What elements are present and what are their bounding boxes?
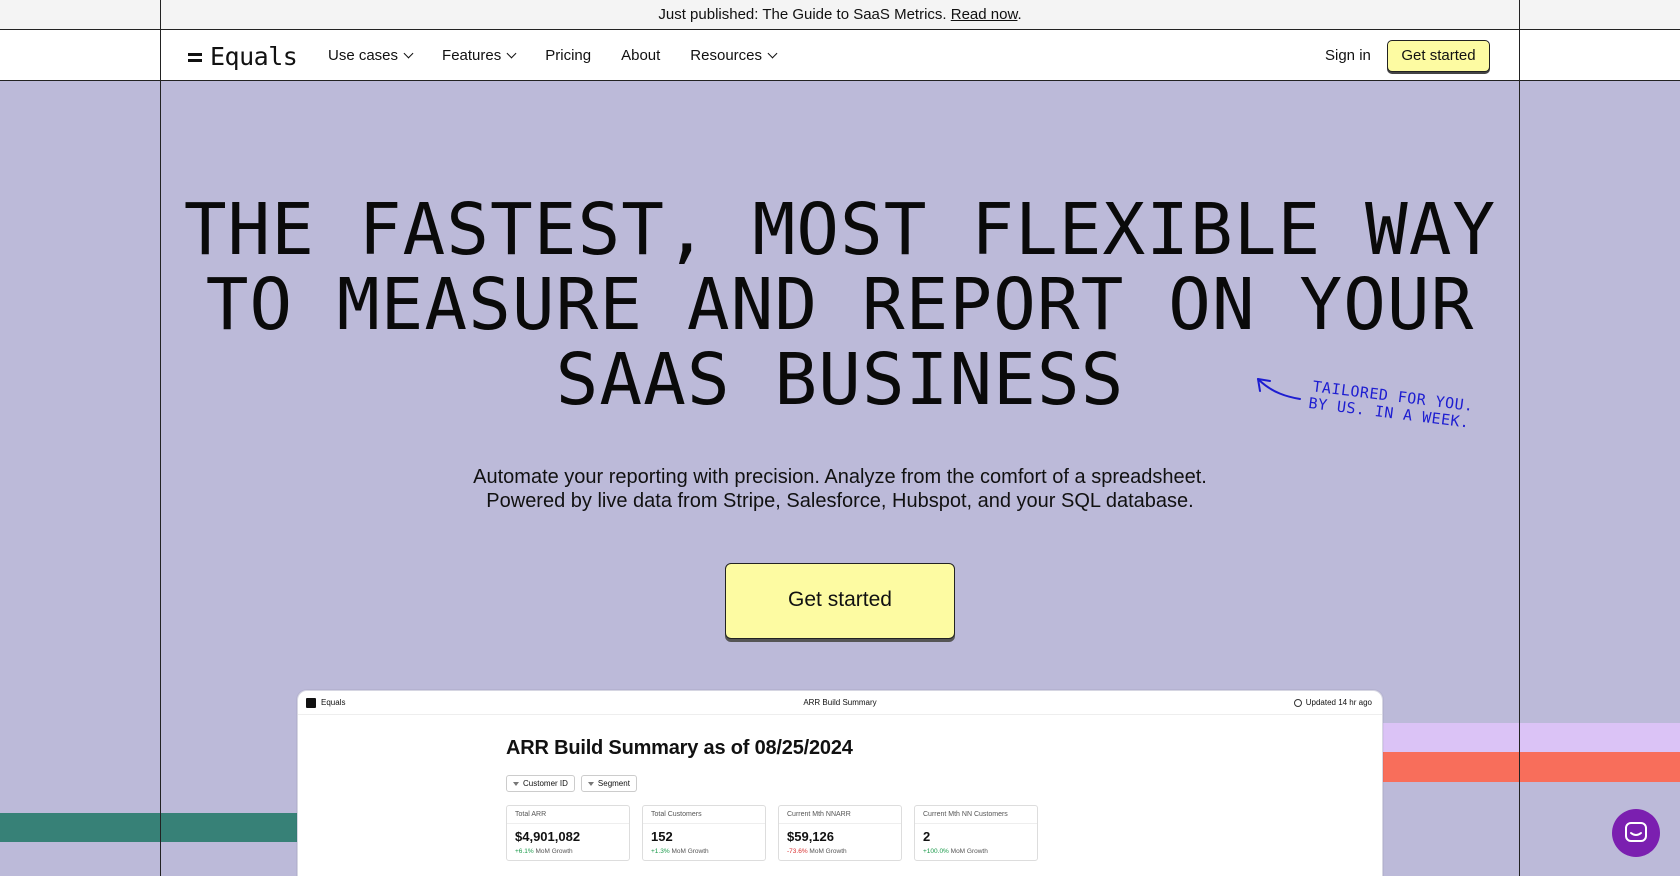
preview-topbar: Equals ARR Build Summary Updated 14 hr a…	[298, 691, 1382, 715]
metric-delta: +6.1% MoM Growth	[515, 848, 573, 855]
metric-card: Total ARR $4,901,082 +6.1% MoM Growth	[506, 805, 630, 861]
preview-title: ARR Build Summary	[803, 698, 877, 707]
announcement-bar: Just published: The Guide to SaaS Metric…	[0, 0, 1680, 30]
sign-in-link[interactable]: Sign in	[1325, 30, 1371, 81]
hero-get-started-button[interactable]: Get started	[725, 563, 955, 639]
hero-subtitle: Automate your reporting with precision. …	[340, 465, 1340, 513]
filter-label: Segment	[597, 779, 630, 788]
announcement-text: Just published: The Guide to SaaS Metric…	[658, 6, 947, 23]
metric-value: $4,901,082	[515, 829, 581, 844]
nav-get-started-button[interactable]: Get started	[1387, 40, 1490, 72]
nav-menu: Use cases Features Pricing About Resourc…	[328, 30, 806, 81]
metric-delta: +100.0% MoM Growth	[923, 848, 988, 855]
nav-item-label: About	[621, 47, 661, 64]
delta-label: MoM Growth	[809, 848, 847, 855]
metric-delta: -73.6% MoM Growth	[787, 848, 847, 855]
filter-icon	[513, 781, 519, 786]
decor-stripe-teal	[0, 813, 300, 842]
nav-item-label: Resources	[690, 47, 762, 64]
nav-item-about[interactable]: About	[621, 47, 660, 64]
metric-label: Current Mth NNARR	[779, 806, 901, 824]
preview-updated: Updated 14 hr ago	[1293, 691, 1372, 715]
chevron-down-icon	[403, 48, 414, 59]
logo[interactable]: Equals	[188, 41, 298, 71]
metric-cards: Total ARR $4,901,082 +6.1% MoM Growth To…	[506, 805, 1038, 861]
metric-card: Current Mth NN Customers 2 +100.0% MoM G…	[914, 805, 1038, 861]
announcement-link[interactable]: Read now	[951, 6, 1018, 23]
filter-label: Customer ID	[523, 779, 568, 788]
logo-text: Equals	[210, 41, 298, 71]
chat-bubble-icon	[1625, 822, 1647, 842]
clock-icon	[1293, 699, 1302, 707]
equals-logo-icon	[188, 53, 202, 65]
preview-heading: ARR Build Summary as of 08/25/2024	[506, 737, 853, 759]
filter-segment[interactable]: Segment	[580, 775, 637, 792]
delta-label: MoM Growth	[535, 848, 573, 855]
preview-filters: Customer ID Segment	[506, 775, 637, 792]
metric-value: $59,126	[787, 829, 834, 844]
chat-launcher-button[interactable]	[1612, 809, 1660, 857]
announcement-suffix: .	[1017, 6, 1022, 23]
metric-value: 152	[651, 829, 673, 844]
updated-text: Updated 14 hr ago	[1305, 698, 1372, 707]
delta-value: +100.0%	[923, 848, 949, 855]
metric-label: Current Mth NN Customers	[915, 806, 1037, 824]
metric-label: Total ARR	[507, 806, 629, 824]
nav-item-features[interactable]: Features	[442, 47, 517, 64]
nav-item-use-cases[interactable]: Use cases	[328, 47, 414, 64]
nav-item-label: Pricing	[545, 47, 592, 64]
filter-icon	[587, 781, 594, 786]
metric-card: Current Mth NNARR $59,126 -73.6% MoM Gro…	[778, 805, 902, 861]
delta-value: +6.1%	[515, 848, 534, 855]
hero-title-line: TO MEASURE AND REPORT ON YOUR	[205, 263, 1475, 346]
delta-value: -73.6%	[787, 848, 808, 855]
frame-line-right	[1519, 0, 1520, 876]
filter-customer-id[interactable]: Customer ID	[506, 775, 575, 792]
delta-label: MoM Growth	[671, 848, 709, 855]
metric-value: 2	[923, 829, 931, 844]
chevron-down-icon	[506, 48, 517, 59]
nav-item-label: Use cases	[328, 47, 399, 64]
decor-stripe-lilac	[1380, 723, 1680, 752]
handdrawn-arrow-icon	[1257, 378, 1301, 400]
app-preview: Equals ARR Build Summary Updated 14 hr a…	[297, 690, 1383, 876]
metric-card: Total Customers 152 +1.3% MoM Growth	[642, 805, 766, 861]
subtitle-line: Powered by live data from Stripe, Salesf…	[486, 490, 1194, 512]
nav-item-resources[interactable]: Resources	[690, 47, 778, 64]
metric-delta: +1.3% MoM Growth	[651, 848, 709, 855]
nav-item-label: Features	[442, 47, 502, 64]
nav-item-pricing[interactable]: Pricing	[545, 47, 591, 64]
frame-line-left	[160, 0, 161, 876]
top-nav: Equals Use cases Features Pricing About …	[0, 30, 1680, 81]
delta-value: +1.3%	[651, 848, 670, 855]
subtitle-line: Automate your reporting with precision. …	[473, 466, 1207, 488]
metric-label: Total Customers	[643, 806, 765, 824]
decor-stripe-coral	[1380, 752, 1680, 782]
chevron-down-icon	[767, 48, 778, 59]
delta-label: MoM Growth	[950, 848, 988, 855]
hero-title-line: THE FASTEST, MOST FLEXIBLE WAY	[183, 188, 1497, 271]
